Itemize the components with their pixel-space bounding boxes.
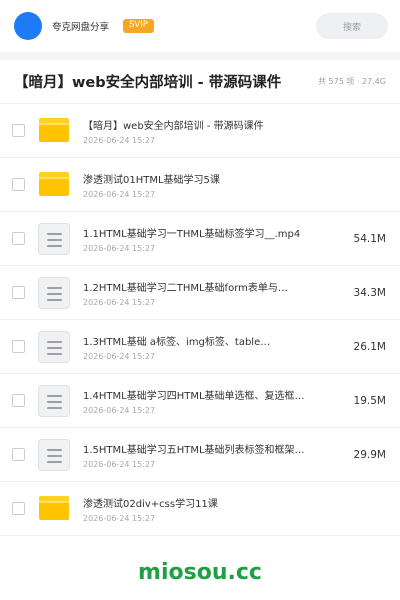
select-checkbox[interactable] [12,448,25,461]
file-row[interactable]: 渗透测试02div+css学习11课 2026-06-24 15:27 [0,482,400,536]
search-button[interactable]: 搜索 [316,13,388,39]
file-date: 2026-06-24 15:27 [83,189,156,199]
share-page: 夸克网盘分享 SVIP 搜索 【暗月】web安全内部培训 - 带源码课件 共 5… [0,0,400,600]
file-date: 2026-06-24 15:27 [83,297,156,307]
document-icon [38,438,70,471]
file-row[interactable]: 1.3HTML基础 a标签、img标签、table… 2026-06-24 15:… [0,320,400,374]
file-size: 29.9M [353,448,386,461]
file-name: 渗透测试01HTML基础学习5课 [83,174,220,186]
file-date: 2026-06-24 15:27 [83,405,156,415]
file-date: 2026-06-24 15:27 [83,135,156,145]
share-meta: 共 575 项 · 27.4G [318,77,386,86]
file-info: 1.2HTML基础学习二THML基础form表单与… 2026-06-24 15:… [83,279,344,307]
file-name: 1.1HTML基础学习一THML基础标签学习__.mp4 [83,228,301,240]
document-icon [38,384,70,417]
file-date: 2026-06-24 15:27 [83,351,156,361]
document-icon [38,222,70,255]
file-date: 2026-06-24 15:27 [83,459,156,469]
file-info: 【暗月】web安全内部培训 - 带源码课件 2026-06-24 15:27 [83,117,386,145]
select-checkbox[interactable] [12,232,25,245]
svip-badge: SVIP [123,19,154,33]
file-size: 26.1M [353,340,386,353]
file-info: 1.5HTML基础学习五HTML基础列表标签和框架… 2026-06-24 15:… [83,441,344,469]
file-size: 34.3M [353,286,386,299]
file-row[interactable]: 渗透测试01HTML基础学习5课 2026-06-24 15:27 [0,158,400,212]
file-date: 2026-06-24 15:27 [83,243,156,253]
select-checkbox[interactable] [12,394,25,407]
search-label: 搜索 [342,22,361,33]
select-checkbox[interactable] [12,502,25,515]
file-name: 渗透测试02div+css学习11课 [83,498,218,510]
folder-icon [39,116,69,146]
file-row[interactable]: 1.5HTML基础学习五HTML基础列表标签和框架… 2026-06-24 15:… [0,428,400,482]
avatar[interactable] [14,12,42,40]
share-title-row: 【暗月】web安全内部培训 - 带源码课件 共 575 项 · 27.4G [0,60,400,104]
file-name: 1.5HTML基础学习五HTML基础列表标签和框架… [83,444,305,456]
file-name: 【暗月】web安全内部培训 - 带源码课件 [83,120,264,132]
document-icon [38,276,70,309]
folder-icon [39,170,69,200]
select-checkbox[interactable] [12,178,25,191]
section-divider [0,52,400,60]
folder-icon [39,494,69,524]
file-info: 1.3HTML基础 a标签、img标签、table… 2026-06-24 15:… [83,333,344,361]
document-icon [38,330,70,363]
file-size: 19.5M [353,394,386,407]
file-info: 1.4HTML基础学习四HTML基础单选框、复选框… 2026-06-24 15:… [83,387,344,415]
file-info: 渗透测试02div+css学习11课 2026-06-24 15:27 [83,495,386,523]
file-size: 54.1M [353,232,386,245]
file-row[interactable]: 1.2HTML基础学习二THML基础form表单与… 2026-06-24 15:… [0,266,400,320]
file-name: 1.4HTML基础学习四HTML基础单选框、复选框… [83,390,305,402]
file-row[interactable]: 1.4HTML基础学习四HTML基础单选框、复选框… 2026-06-24 15:… [0,374,400,428]
watermark-brand: miosou.cc [138,560,262,585]
file-info: 1.1HTML基础学习一THML基础标签学习__.mp4 2026-06-24 1… [83,225,344,253]
file-row[interactable]: 1.1HTML基础学习一THML基础标签学习__.mp4 2026-06-24 1… [0,212,400,266]
select-checkbox[interactable] [12,340,25,353]
file-list: 【暗月】web安全内部培训 - 带源码课件 2026-06-24 15:27 渗透测… [0,104,400,536]
file-date: 2026-06-24 15:27 [83,513,156,523]
top-bar: 夸克网盘分享 SVIP 搜索 [0,0,400,52]
file-row[interactable]: 【暗月】web安全内部培训 - 带源码课件 2026-06-24 15:27 [0,104,400,158]
username: 夸克网盘分享 [52,22,110,33]
select-checkbox[interactable] [12,286,25,299]
file-info: 渗透测试01HTML基础学习5课 2026-06-24 15:27 [83,171,386,199]
select-checkbox[interactable] [12,124,25,137]
share-title: 【暗月】web安全内部培训 - 带源码课件 [14,75,282,91]
file-name: 1.3HTML基础 a标签、img标签、table… [83,336,271,348]
file-name: 1.2HTML基础学习二THML基础form表单与… [83,282,288,294]
